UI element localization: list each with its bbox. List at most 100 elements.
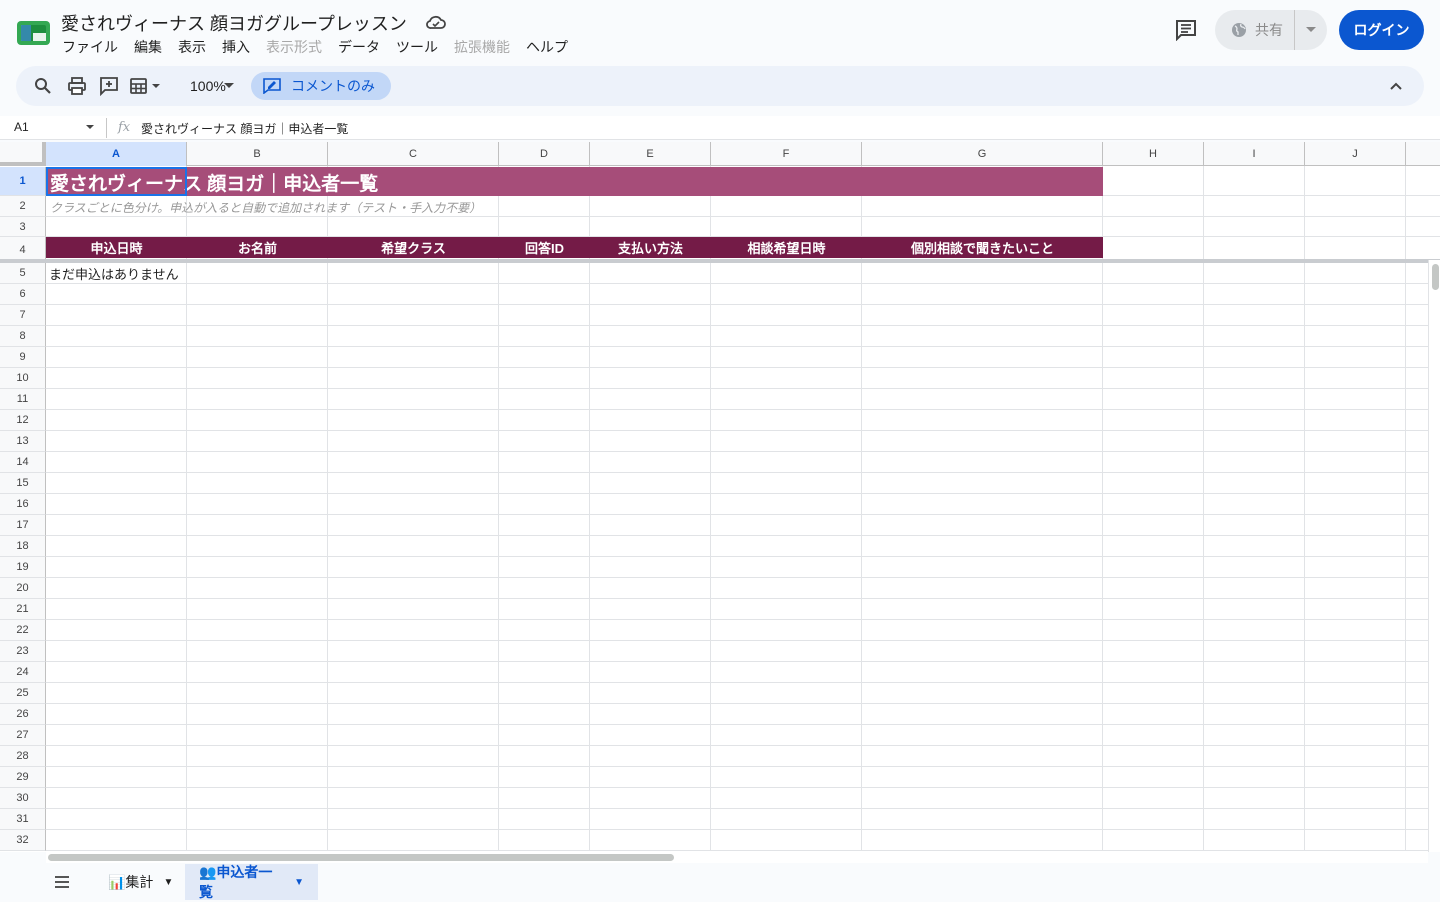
column-header-i[interactable]: I xyxy=(1204,142,1305,166)
caret-down-icon[interactable]: ▼ xyxy=(163,877,173,888)
menu-extensions[interactable]: 拡張機能 xyxy=(454,37,510,57)
row-header-11[interactable]: 11 xyxy=(0,389,46,410)
table-header-cell[interactable]: お名前 xyxy=(187,237,328,258)
empty-message[interactable]: まだ申込はありません xyxy=(49,264,179,283)
column-gridline xyxy=(498,166,499,852)
row-header-6[interactable]: 6 xyxy=(0,284,46,305)
share-dropdown[interactable] xyxy=(1295,10,1327,50)
login-button[interactable]: ログイン xyxy=(1339,10,1424,50)
spreadsheet-grid[interactable]: ABCDEFGHIJ 1 2 3 4 5 6 7 8 9 10 11 12 13 14 15 16 17 18 19… xyxy=(0,142,1440,852)
row-header-13[interactable]: 13 xyxy=(0,431,46,452)
cloud-status-icon[interactable] xyxy=(425,14,447,32)
column-gridline xyxy=(710,166,711,852)
menu-data[interactable]: データ xyxy=(338,37,380,57)
row-header-27[interactable]: 27 xyxy=(0,725,46,746)
row-gridline xyxy=(46,430,1440,431)
menu-file[interactable]: ファイル xyxy=(62,37,118,57)
name-box[interactable]: A1 xyxy=(14,120,29,134)
filter-views-icon[interactable] xyxy=(129,76,163,96)
row-header-17[interactable]: 17 xyxy=(0,515,46,536)
column-header-h[interactable]: H xyxy=(1103,142,1204,166)
row-gridline xyxy=(46,514,1440,515)
row-header-24[interactable]: 24 xyxy=(0,662,46,683)
table-header-cell[interactable]: 申込日時 xyxy=(46,237,187,258)
row-header-7[interactable]: 7 xyxy=(0,305,46,326)
row-header-23[interactable]: 23 xyxy=(0,641,46,662)
sheets-logo-icon[interactable] xyxy=(17,21,50,45)
row-header-21[interactable]: 21 xyxy=(0,599,46,620)
row-header-29[interactable]: 29 xyxy=(0,767,46,788)
row-header-19[interactable]: 19 xyxy=(0,557,46,578)
zoom-caret-icon[interactable] xyxy=(224,83,234,89)
column-header-a[interactable]: A xyxy=(46,142,187,166)
row-header-25[interactable]: 25 xyxy=(0,683,46,704)
sheet-tab-summary[interactable]: 📊集計 ▼ xyxy=(94,864,187,900)
row-header-30[interactable]: 30 xyxy=(0,788,46,809)
row-gridline xyxy=(46,661,1440,662)
document-title[interactable]: 愛されヴィーナス 顔ヨガグループレッスン xyxy=(61,10,407,36)
row-header-15[interactable]: 15 xyxy=(0,473,46,494)
row-header-9[interactable]: 9 xyxy=(0,347,46,368)
caret-down-icon[interactable]: ▼ xyxy=(294,877,304,888)
row-header-5[interactable]: 5 xyxy=(0,263,46,284)
share-button[interactable]: 共有 xyxy=(1215,10,1295,50)
row-header-32[interactable]: 32 xyxy=(0,830,46,851)
row-gridline xyxy=(46,619,1440,620)
zoom-select[interactable]: 100% xyxy=(190,78,226,94)
row-gridline xyxy=(46,703,1440,704)
row-header-22[interactable]: 22 xyxy=(0,620,46,641)
column-header-e[interactable]: E xyxy=(590,142,711,166)
row-header-20[interactable]: 20 xyxy=(0,578,46,599)
comment-history-icon[interactable] xyxy=(1174,19,1198,41)
row-gridline xyxy=(46,367,1440,368)
row-header-31[interactable]: 31 xyxy=(0,809,46,830)
menu-view[interactable]: 表示 xyxy=(178,37,206,57)
column-header-j[interactable]: J xyxy=(1305,142,1406,166)
name-box-caret-icon[interactable] xyxy=(86,125,94,130)
menu-format[interactable]: 表示形式 xyxy=(266,37,322,57)
row-header-16[interactable]: 16 xyxy=(0,494,46,515)
row-header-2[interactable]: 2 xyxy=(0,196,46,217)
column-header-d[interactable]: D xyxy=(499,142,590,166)
sheet-tab-label: 👥申込者一覧 xyxy=(199,864,273,900)
column-header-g[interactable]: G xyxy=(862,142,1103,166)
menu-tools[interactable]: ツール xyxy=(396,37,438,57)
column-gridline xyxy=(1102,166,1103,852)
horizontal-scroll-thumb[interactable] xyxy=(48,854,674,861)
menu-help[interactable]: ヘルプ xyxy=(526,37,568,57)
vertical-scroll-thumb[interactable] xyxy=(1432,264,1439,290)
all-sheets-menu-icon[interactable] xyxy=(54,874,70,890)
print-icon[interactable] xyxy=(67,76,87,96)
vertical-scrollbar[interactable] xyxy=(1428,260,1440,852)
comment-only-badge[interactable]: コメントのみ xyxy=(251,72,391,100)
formula-input[interactable]: 愛されヴィーナス 顔ヨガ｜申込者一覧 xyxy=(141,120,348,137)
menu-edit[interactable]: 編集 xyxy=(134,37,162,57)
chevron-up-icon[interactable] xyxy=(1388,78,1404,94)
freeze-divider[interactable] xyxy=(0,259,1440,263)
row-gridline xyxy=(46,451,1440,452)
select-all-corner[interactable] xyxy=(0,142,46,166)
row-header-3[interactable]: 3 xyxy=(0,217,46,237)
menu-insert[interactable]: 挿入 xyxy=(222,37,250,57)
table-header-cell[interactable]: 回答ID xyxy=(499,237,590,258)
row-header-28[interactable]: 28 xyxy=(0,746,46,767)
search-icon[interactable] xyxy=(33,76,53,96)
row-header-8[interactable]: 8 xyxy=(0,326,46,347)
row-header-26[interactable]: 26 xyxy=(0,704,46,725)
table-header-cell[interactable]: 相談希望日時 xyxy=(711,237,862,258)
row-header-14[interactable]: 14 xyxy=(0,452,46,473)
table-header-cell[interactable]: 個別相談で聞きたいこと xyxy=(862,237,1103,258)
column-header-f[interactable]: F xyxy=(711,142,862,166)
row-header-12[interactable]: 12 xyxy=(0,410,46,431)
row-header-10[interactable]: 10 xyxy=(0,368,46,389)
column-header-c[interactable]: C xyxy=(328,142,499,166)
row-header-18[interactable]: 18 xyxy=(0,536,46,557)
column-header-b[interactable]: B xyxy=(187,142,328,166)
row-header-1[interactable]: 1 xyxy=(0,167,46,196)
table-header-cell[interactable]: 支払い方法 xyxy=(590,237,711,258)
add-comment-icon[interactable] xyxy=(99,76,119,96)
sheet-tab-applicants[interactable]: 👥申込者一覧 ▼ xyxy=(185,864,318,900)
row-gridline xyxy=(46,283,1440,284)
table-header-cell[interactable]: 希望クラス xyxy=(328,237,499,258)
caret-down-icon xyxy=(1306,27,1316,32)
